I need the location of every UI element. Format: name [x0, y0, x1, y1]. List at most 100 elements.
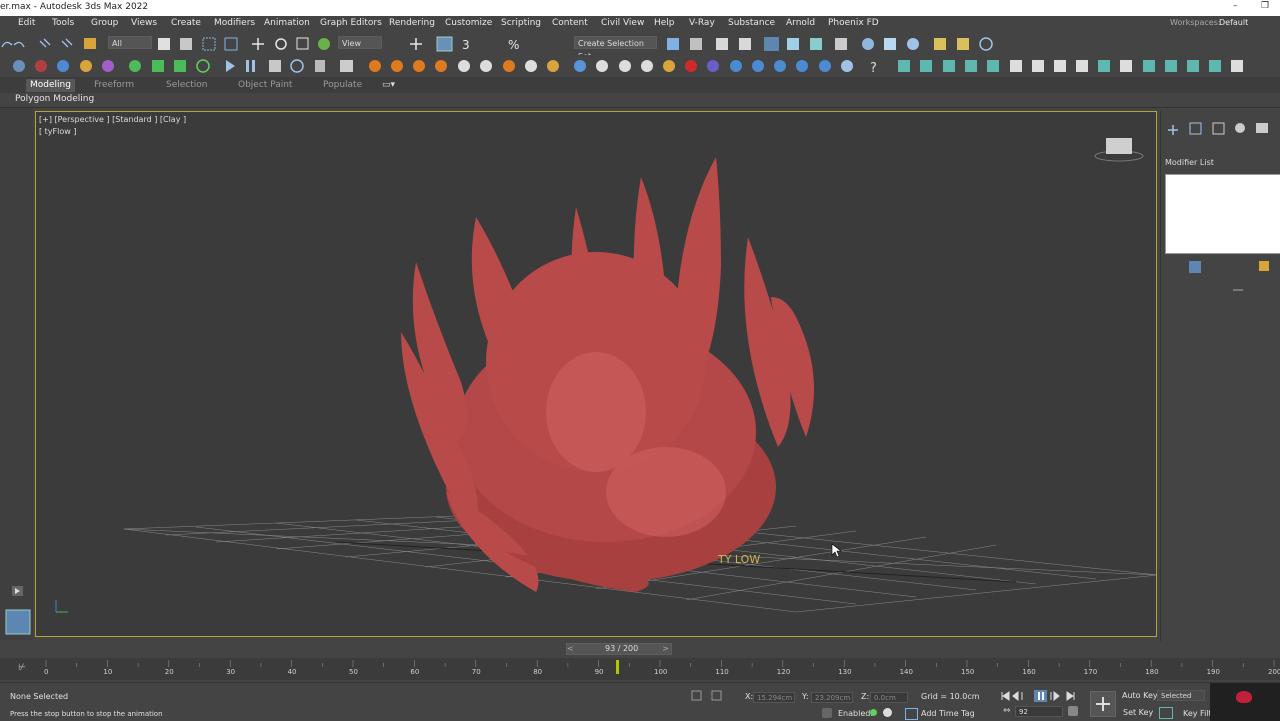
menu-help[interactable]: Help — [654, 18, 675, 28]
tick-label: 120 — [776, 668, 791, 676]
tick-label: 190 — [1206, 668, 1220, 676]
current-frame-field[interactable]: 92 — [1015, 706, 1063, 717]
render-setup-icon — [862, 38, 874, 50]
polygon-modeling-panel[interactable]: Polygon Modeling — [15, 94, 94, 104]
restore-icon[interactable]: ❐ — [1261, 1, 1269, 11]
prev-frame-icon: < — [567, 644, 574, 653]
menu-substance[interactable]: Substance — [728, 18, 775, 28]
perspective-viewport[interactable]: [+] [Perspective ] [Standard ] [Clay ] [… — [35, 111, 1157, 637]
undo-icon — [1, 41, 13, 48]
menu-phoenix-fd[interactable]: Phoenix FD — [828, 18, 879, 28]
isolate-icon — [691, 690, 702, 701]
resize-handle[interactable] — [1233, 289, 1243, 291]
goto-end-icon — [1066, 691, 1075, 701]
move-icon — [252, 38, 264, 50]
display-tab-icon — [1256, 123, 1268, 133]
move-green-icon — [129, 60, 141, 72]
mouse-cursor-icon — [831, 543, 842, 558]
auto-key-button[interactable]: Auto Key — [1122, 691, 1158, 700]
ribbon-options-icon[interactable]: ▭▾ — [382, 80, 395, 90]
menu-civil-view[interactable]: Civil View — [601, 18, 644, 28]
curve-editor-mini-icon: ⊬ — [18, 663, 26, 673]
menu-modifiers[interactable]: Modifiers — [214, 18, 255, 28]
step-icon — [290, 59, 304, 73]
status-bar: None Selected Press the stop button to s… — [0, 682, 1280, 721]
tick-label: 70 — [471, 668, 481, 676]
menu-vray[interactable]: V-Ray — [689, 18, 715, 28]
snap-3-icon: 3 — [462, 38, 470, 52]
tab-object-paint[interactable]: Object Paint — [238, 80, 292, 90]
scale-icon — [296, 37, 309, 50]
tab-selection[interactable]: Selection — [166, 80, 207, 90]
enabled-indicator[interactable] — [870, 709, 877, 716]
enabled-label: Enabled: — [838, 709, 874, 718]
stop-icon — [269, 60, 281, 72]
time-config-icon[interactable] — [1068, 706, 1078, 716]
rotate-icon — [275, 38, 287, 50]
menu-customize[interactable]: Customize — [445, 18, 492, 28]
selection-set-dropdown[interactable]: Create Selection Set — [574, 36, 657, 61]
y-coordinate-field[interactable]: 23.209cm — [811, 692, 853, 703]
redo-icon — [13, 41, 25, 48]
menu-group[interactable]: Group — [91, 18, 118, 28]
set-key-big-button[interactable] — [1090, 691, 1116, 717]
play-icon — [226, 60, 235, 72]
axis-tripod-icon — [55, 600, 68, 613]
menu-edit[interactable]: Edit — [18, 18, 35, 28]
reference-coord-dropdown[interactable]: View — [338, 36, 382, 49]
star-green-icon — [196, 59, 210, 73]
playback-controls[interactable] — [998, 689, 1078, 703]
menu-tools[interactable]: Tools — [52, 18, 74, 28]
menu-scripting[interactable]: Scripting — [501, 18, 541, 28]
key-mode-icon[interactable]: ⇔ — [1003, 706, 1011, 716]
tab-populate[interactable]: Populate — [323, 80, 362, 90]
menu-graph-editors[interactable]: Graph Editors — [320, 18, 382, 28]
adaptive-degradation-icon[interactable] — [822, 708, 832, 718]
pause-icon — [246, 60, 249, 72]
add-time-tag[interactable]: Add Time Tag — [921, 709, 975, 718]
render-icon — [907, 38, 919, 50]
key-filters-button[interactable]: Key Filt — [1183, 709, 1212, 718]
tick-label: 150 — [961, 668, 975, 676]
x-coordinate-field[interactable]: 15.294cm — [753, 692, 795, 703]
align-icon — [690, 38, 702, 50]
menu-rendering[interactable]: Rendering — [389, 18, 435, 28]
set-key-button[interactable]: Set Key — [1123, 708, 1153, 717]
tab-freeform[interactable]: Freeform — [94, 80, 134, 90]
workspaces-dropdown[interactable]: Default — [1219, 18, 1248, 27]
tab-modeling[interactable]: Modeling — [26, 79, 75, 92]
menu-content[interactable]: Content — [552, 18, 588, 28]
scene-explorer-icon — [716, 38, 728, 50]
z-coordinate-field[interactable]: 0.0cm — [870, 692, 908, 703]
add-time-tag-icon[interactable] — [905, 708, 918, 720]
tick-label: 130 — [838, 668, 852, 676]
menu-views[interactable]: Views — [131, 18, 157, 28]
snap-toggle-icon — [436, 36, 453, 52]
menu-create[interactable]: Create — [171, 18, 201, 28]
time-slider-thumb[interactable]: < 93 / 200 > — [566, 643, 672, 655]
menu-arnold[interactable]: Arnold — [786, 18, 815, 28]
selection-filter-dropdown[interactable]: All — [108, 36, 152, 49]
menu-bar: Edit Tools Group Views Create Modifiers … — [0, 16, 1280, 34]
playhead — [616, 660, 620, 674]
viewport-layout-tab — [0, 108, 33, 640]
modifier-stack[interactable] — [1165, 174, 1280, 254]
plugin-toolbar: ? — [0, 55, 1280, 78]
main-toolbar: 3 % All View Create Selection Set — [0, 33, 1280, 61]
configure-sets-icon[interactable] — [1259, 261, 1269, 271]
percent-snap-icon: % — [508, 38, 519, 52]
minimize-icon[interactable]: – — [1233, 1, 1238, 11]
mirror-icon — [667, 38, 679, 50]
modifier-list-label[interactable]: Modifier List — [1165, 158, 1214, 167]
time-slider[interactable]: < 93 / 200 > — [35, 641, 1157, 655]
pin-stack-icon[interactable] — [1189, 261, 1201, 273]
goto-start-icon — [1001, 691, 1010, 701]
ribbon-panel: Polygon Modeling — [0, 93, 1280, 108]
time-tag-toggle[interactable] — [883, 708, 892, 717]
viewcube-icon — [1094, 138, 1144, 162]
menu-animation[interactable]: Animation — [264, 18, 310, 28]
command-panel: Modifier List — [1160, 111, 1280, 641]
pivot-icon — [410, 38, 422, 50]
key-mode-dropdown[interactable]: Selected — [1157, 690, 1205, 701]
set-key-filter-icon[interactable] — [1159, 707, 1173, 719]
